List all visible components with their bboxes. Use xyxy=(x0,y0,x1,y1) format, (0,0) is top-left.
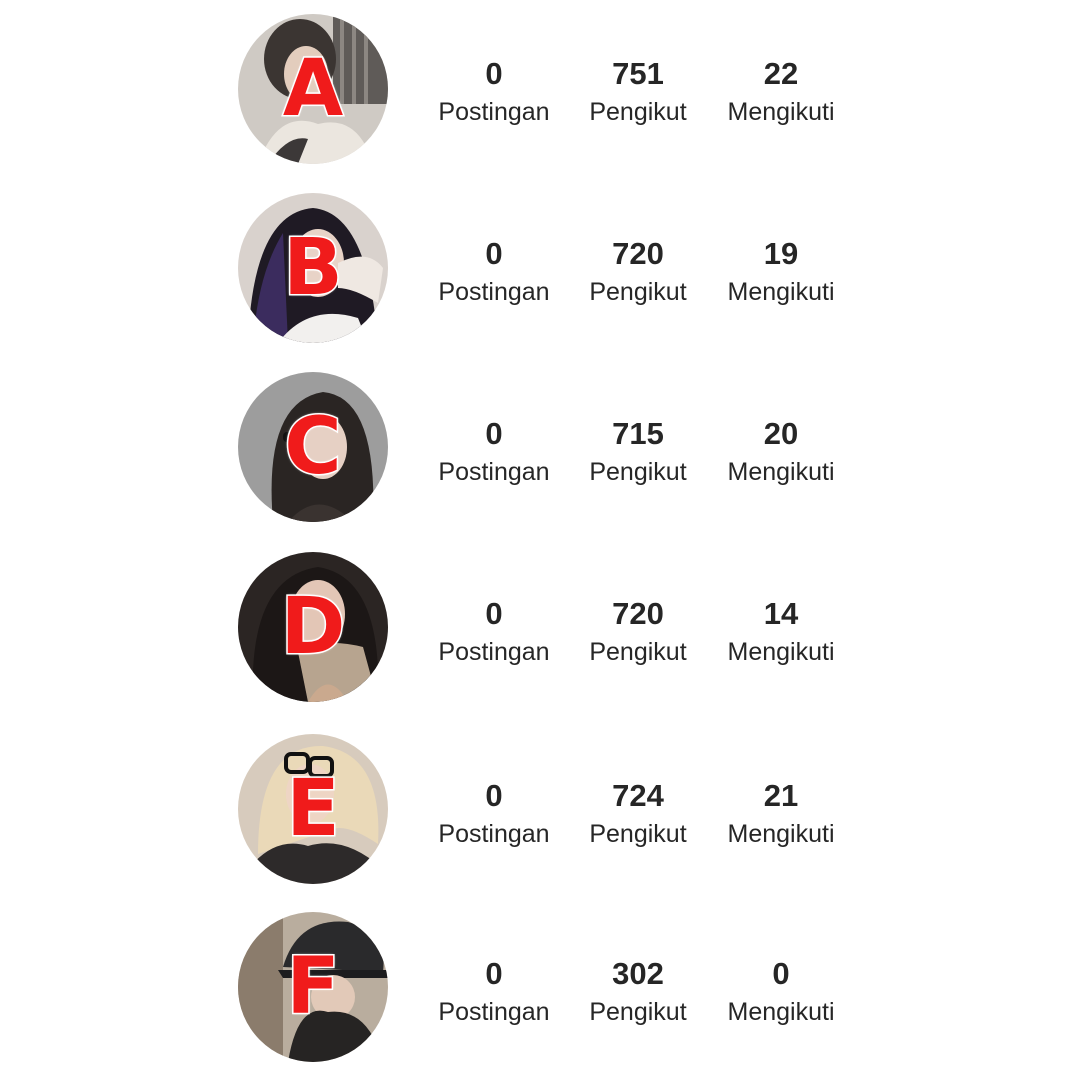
posts-label: Postingan xyxy=(438,278,550,306)
following-label: Mengikuti xyxy=(727,278,835,306)
following-count[interactable]: 0 Mengikuti xyxy=(701,956,861,1028)
followers-label: Pengikut xyxy=(589,278,687,306)
avatar[interactable]: A xyxy=(238,14,388,164)
profile-row-f: F 0 Postingan 302 Pengikut 0 Mengikuti xyxy=(0,910,1080,1070)
posts-label: Postingan xyxy=(438,458,550,486)
avatar[interactable]: D xyxy=(238,552,388,702)
profile-letter-label: F xyxy=(285,941,341,1034)
posts-count[interactable]: 0 Postingan xyxy=(414,236,574,308)
profile-letter-label: E xyxy=(285,763,341,856)
followers-label: Pengikut xyxy=(589,820,687,848)
avatar[interactable]: E xyxy=(238,734,388,884)
followers-count[interactable]: 715 Pengikut xyxy=(558,416,718,488)
followers-value: 302 xyxy=(612,956,664,991)
posts-label: Postingan xyxy=(438,98,550,126)
following-value: 20 xyxy=(763,416,799,451)
posts-value: 0 xyxy=(485,416,503,451)
followers-count[interactable]: 751 Pengikut xyxy=(558,56,718,128)
profile-row-c: C 0 Postingan 715 Pengikut 20 Mengikuti xyxy=(0,370,1080,530)
avatar[interactable]: C xyxy=(238,372,388,522)
followers-label: Pengikut xyxy=(589,98,687,126)
profile-letter-label: A xyxy=(281,43,344,136)
posts-value: 0 xyxy=(485,956,503,991)
following-count[interactable]: 22 Mengikuti xyxy=(701,56,861,128)
posts-value: 0 xyxy=(485,236,503,271)
followers-value: 720 xyxy=(612,596,664,631)
followers-count[interactable]: 724 Pengikut xyxy=(558,778,718,850)
following-label: Mengikuti xyxy=(727,638,835,666)
followers-count[interactable]: 720 Pengikut xyxy=(558,596,718,668)
followers-count[interactable]: 720 Pengikut xyxy=(558,236,718,308)
following-label: Mengikuti xyxy=(727,820,835,848)
avatar[interactable]: F xyxy=(238,912,388,1062)
posts-label: Postingan xyxy=(438,820,550,848)
profile-row-e: E 0 Postingan 724 Pengikut 21 Mengikuti xyxy=(0,732,1080,892)
followers-value: 724 xyxy=(612,778,664,813)
following-count[interactable]: 19 Mengikuti xyxy=(701,236,861,308)
followers-count[interactable]: 302 Pengikut xyxy=(558,956,718,1028)
profile-letter-label: D xyxy=(279,581,347,674)
followers-value: 720 xyxy=(612,236,664,271)
followers-label: Pengikut xyxy=(589,998,687,1026)
following-value: 0 xyxy=(772,956,790,991)
following-value: 14 xyxy=(763,596,799,631)
profile-row-a: A 0 Postingan 751 Pengikut 22 Mengikuti xyxy=(0,10,1080,170)
following-value: 21 xyxy=(763,778,799,813)
followers-label: Pengikut xyxy=(589,458,687,486)
posts-label: Postingan xyxy=(438,998,550,1026)
posts-count[interactable]: 0 Postingan xyxy=(414,416,574,488)
posts-label: Postingan xyxy=(438,638,550,666)
profile-letter-label: C xyxy=(283,401,343,494)
following-label: Mengikuti xyxy=(727,98,835,126)
posts-count[interactable]: 0 Postingan xyxy=(414,596,574,668)
following-value: 22 xyxy=(763,56,799,91)
following-count[interactable]: 14 Mengikuti xyxy=(701,596,861,668)
profile-letter-label: B xyxy=(282,222,344,315)
posts-value: 0 xyxy=(485,56,503,91)
following-label: Mengikuti xyxy=(727,998,835,1026)
profile-row-d: D 0 Postingan 720 Pengikut 14 Mengikuti xyxy=(0,550,1080,710)
followers-value: 751 xyxy=(612,56,664,91)
posts-value: 0 xyxy=(485,778,503,813)
following-value: 19 xyxy=(763,236,799,271)
posts-count[interactable]: 0 Postingan xyxy=(414,778,574,850)
following-count[interactable]: 20 Mengikuti xyxy=(701,416,861,488)
avatar[interactable]: B xyxy=(238,193,388,343)
following-count[interactable]: 21 Mengikuti xyxy=(701,778,861,850)
followers-value: 715 xyxy=(612,416,664,451)
profile-row-b: B 0 Postingan 720 Pengikut 19 Mengikuti xyxy=(0,190,1080,350)
posts-count[interactable]: 0 Postingan xyxy=(414,956,574,1028)
posts-value: 0 xyxy=(485,596,503,631)
followers-label: Pengikut xyxy=(589,638,687,666)
following-label: Mengikuti xyxy=(727,458,835,486)
posts-count[interactable]: 0 Postingan xyxy=(414,56,574,128)
